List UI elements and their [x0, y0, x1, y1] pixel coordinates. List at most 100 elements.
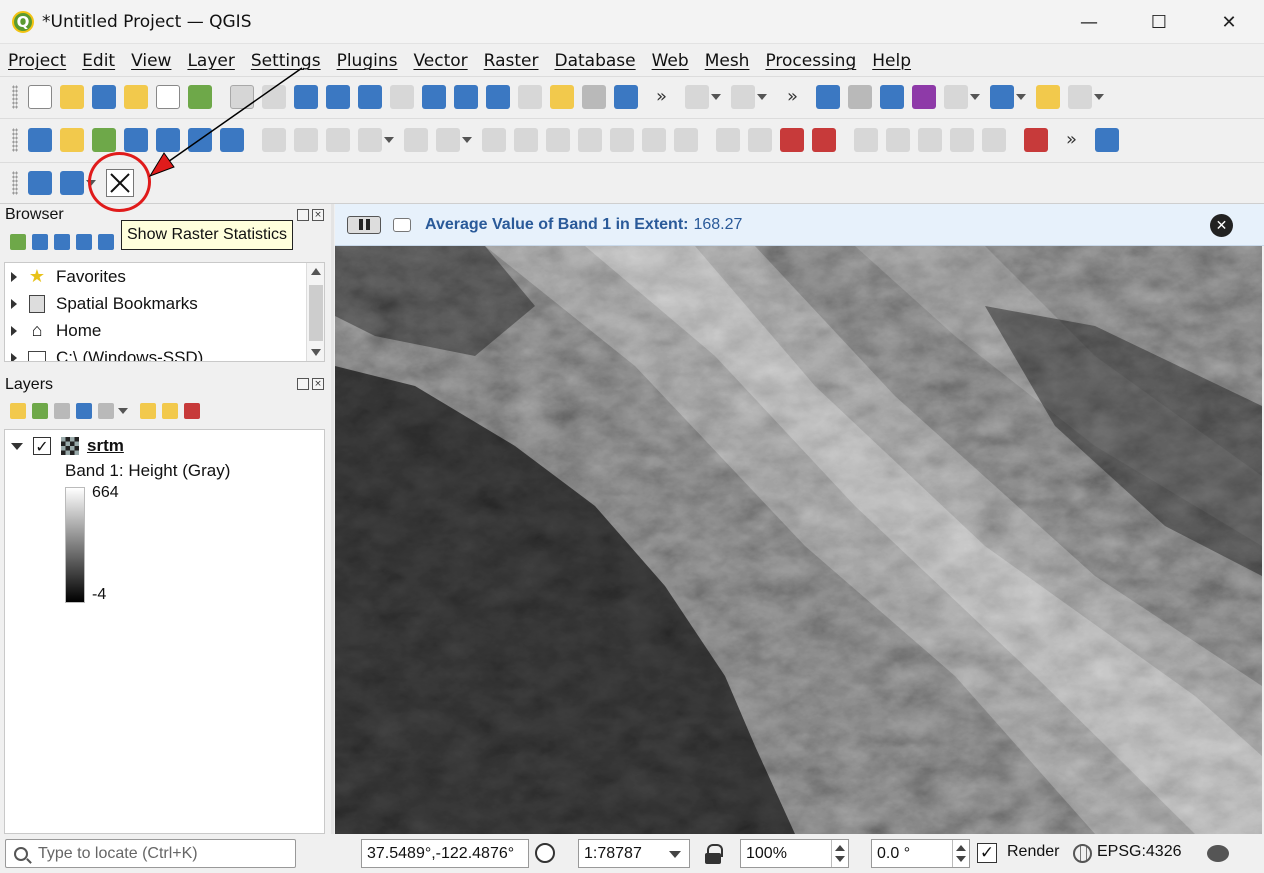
open-project-icon[interactable]	[60, 84, 84, 109]
menu-view[interactable]: View	[123, 51, 179, 71]
toolbar-grip[interactable]	[12, 171, 18, 195]
toolbar-overflow-icon[interactable]: »	[787, 86, 798, 107]
tree-item-home[interactable]: ⌂ Home	[5, 317, 324, 344]
zoom-native-resolution-icon[interactable]	[454, 84, 478, 109]
browser-scrollbar[interactable]	[306, 263, 324, 361]
highlight-pinned-labels-icon[interactable]	[780, 127, 804, 152]
tree-item-favorites[interactable]: ★ Favorites	[5, 263, 324, 290]
python-console-icon[interactable]	[28, 171, 52, 195]
chevron-down-icon[interactable]	[1016, 93, 1027, 100]
show-hide-labels-icon[interactable]	[812, 127, 836, 152]
menu-help[interactable]: Help	[864, 51, 919, 71]
statistical-summary-icon[interactable]	[912, 84, 937, 109]
new-print-layout-icon[interactable]	[124, 84, 148, 109]
zoom-last-icon[interactable]	[486, 84, 510, 109]
menu-project[interactable]: Project	[0, 51, 74, 71]
rotation-spinbox[interactable]: 0.0 °	[871, 839, 970, 868]
pin-labels-icon[interactable]	[748, 127, 772, 152]
float-panel-icon[interactable]	[297, 209, 309, 221]
toolbar-grip[interactable]	[12, 84, 18, 109]
menu-vector[interactable]: Vector	[405, 51, 475, 71]
messages-icon[interactable]	[1207, 845, 1229, 862]
add-virtual-layer-icon[interactable]	[156, 127, 180, 152]
chevron-down-icon[interactable]	[757, 93, 768, 100]
menu-edit[interactable]: Edit	[74, 51, 123, 71]
unpin-label-icon[interactable]	[982, 127, 1006, 152]
open-table-icon[interactable]	[944, 84, 969, 109]
tree-item-spatial-bookmarks[interactable]: Spatial Bookmarks	[5, 290, 324, 317]
pan-to-selection-icon[interactable]	[262, 84, 286, 109]
scroll-up-icon[interactable]	[311, 268, 321, 275]
collapse-all-icon[interactable]	[162, 403, 178, 419]
chevron-down-icon[interactable]	[118, 408, 128, 414]
spinbox-arrows[interactable]	[952, 840, 969, 867]
identify-features-icon[interactable]	[816, 84, 841, 109]
reload-plugin-icon[interactable]	[60, 171, 84, 195]
remove-layer-icon[interactable]	[184, 403, 200, 419]
menu-mesh[interactable]: Mesh	[697, 51, 758, 71]
expand-all-icon[interactable]	[140, 403, 156, 419]
zoom-out-icon[interactable]	[326, 84, 350, 109]
panel-splitter[interactable]	[331, 204, 334, 834]
help-icon[interactable]	[1095, 127, 1120, 152]
cut-features-icon[interactable]	[546, 127, 570, 152]
globe-icon[interactable]	[1073, 844, 1092, 863]
filter-expression-icon[interactable]	[98, 403, 114, 419]
modify-attributes-icon[interactable]	[482, 127, 506, 152]
zoom-to-selection-icon[interactable]	[390, 84, 414, 109]
filter-legend-icon[interactable]	[76, 403, 92, 419]
tree-item-drive[interactable]: C:\ (Windows-SSD)	[5, 344, 324, 361]
add-group-icon[interactable]	[32, 403, 48, 419]
close-message-icon[interactable]: ✕	[1210, 214, 1233, 237]
menu-processing[interactable]: Processing	[757, 51, 864, 71]
layout-manager-icon[interactable]	[156, 84, 180, 109]
temporal-controller-icon[interactable]	[582, 84, 606, 109]
scrollbar-thumb[interactable]	[309, 285, 323, 341]
layer-styling-icon[interactable]	[10, 403, 26, 419]
collapse-all-icon[interactable]	[76, 234, 92, 250]
layer-visibility-checkbox[interactable]: ✓	[33, 437, 51, 456]
maximize-button[interactable]: ☐	[1124, 0, 1194, 44]
toolbar-overflow-icon[interactable]: »	[656, 86, 667, 107]
pause-icon[interactable]	[347, 215, 381, 234]
settings-gear-icon[interactable]	[880, 84, 905, 109]
zoom-next-icon[interactable]	[518, 84, 542, 109]
change-label-icon[interactable]	[918, 127, 942, 152]
delete-selected-icon[interactable]	[514, 127, 538, 152]
render-checkbox[interactable]: ✓	[977, 843, 997, 863]
collapse-icon[interactable]	[11, 442, 23, 450]
save-edits-icon[interactable]	[326, 127, 350, 152]
coordinate-field[interactable]: 37.5489°,-122.4876°	[361, 839, 529, 868]
expand-icon[interactable]	[11, 271, 17, 282]
undo-icon[interactable]	[642, 127, 666, 152]
digitize-shape-icon[interactable]	[1024, 127, 1048, 152]
pan-map-icon[interactable]	[230, 84, 254, 109]
select-by-value-icon[interactable]	[731, 84, 756, 109]
toolbar-overflow-icon[interactable]: »	[1066, 129, 1077, 150]
locator-search-input[interactable]: Type to locate (Ctrl+K)	[5, 839, 296, 868]
spinbox-arrows[interactable]	[831, 840, 848, 867]
expand-icon[interactable]	[11, 352, 17, 361]
close-window-button[interactable]: ✕	[1194, 0, 1264, 44]
manage-visibility-icon[interactable]	[54, 403, 70, 419]
vertex-tool-icon[interactable]	[436, 127, 460, 152]
add-mesh-layer-icon[interactable]	[220, 127, 244, 152]
lock-scale-icon[interactable]	[705, 844, 723, 864]
new-geopackage-layer-icon[interactable]	[60, 127, 84, 152]
close-panel-icon[interactable]: ×	[312, 209, 324, 221]
chevron-down-icon[interactable]	[462, 136, 472, 143]
layer-item-srtm[interactable]: ✓ srtm	[5, 434, 124, 458]
add-polygon-icon[interactable]	[404, 127, 428, 152]
data-source-manager-icon[interactable]	[28, 127, 52, 152]
filter-icon[interactable]	[54, 234, 70, 250]
layer-name[interactable]: srtm	[87, 436, 124, 456]
chevron-down-icon[interactable]	[970, 93, 981, 100]
new-project-icon[interactable]	[28, 84, 52, 109]
style-manager-icon[interactable]	[188, 84, 212, 109]
add-selected-layers-icon[interactable]	[10, 234, 26, 250]
menu-raster[interactable]: Raster	[476, 51, 547, 71]
measure-icon[interactable]	[990, 84, 1015, 109]
current-edits-icon[interactable]	[262, 127, 286, 152]
new-map-view-icon[interactable]	[550, 84, 574, 109]
scroll-down-icon[interactable]	[311, 349, 321, 356]
